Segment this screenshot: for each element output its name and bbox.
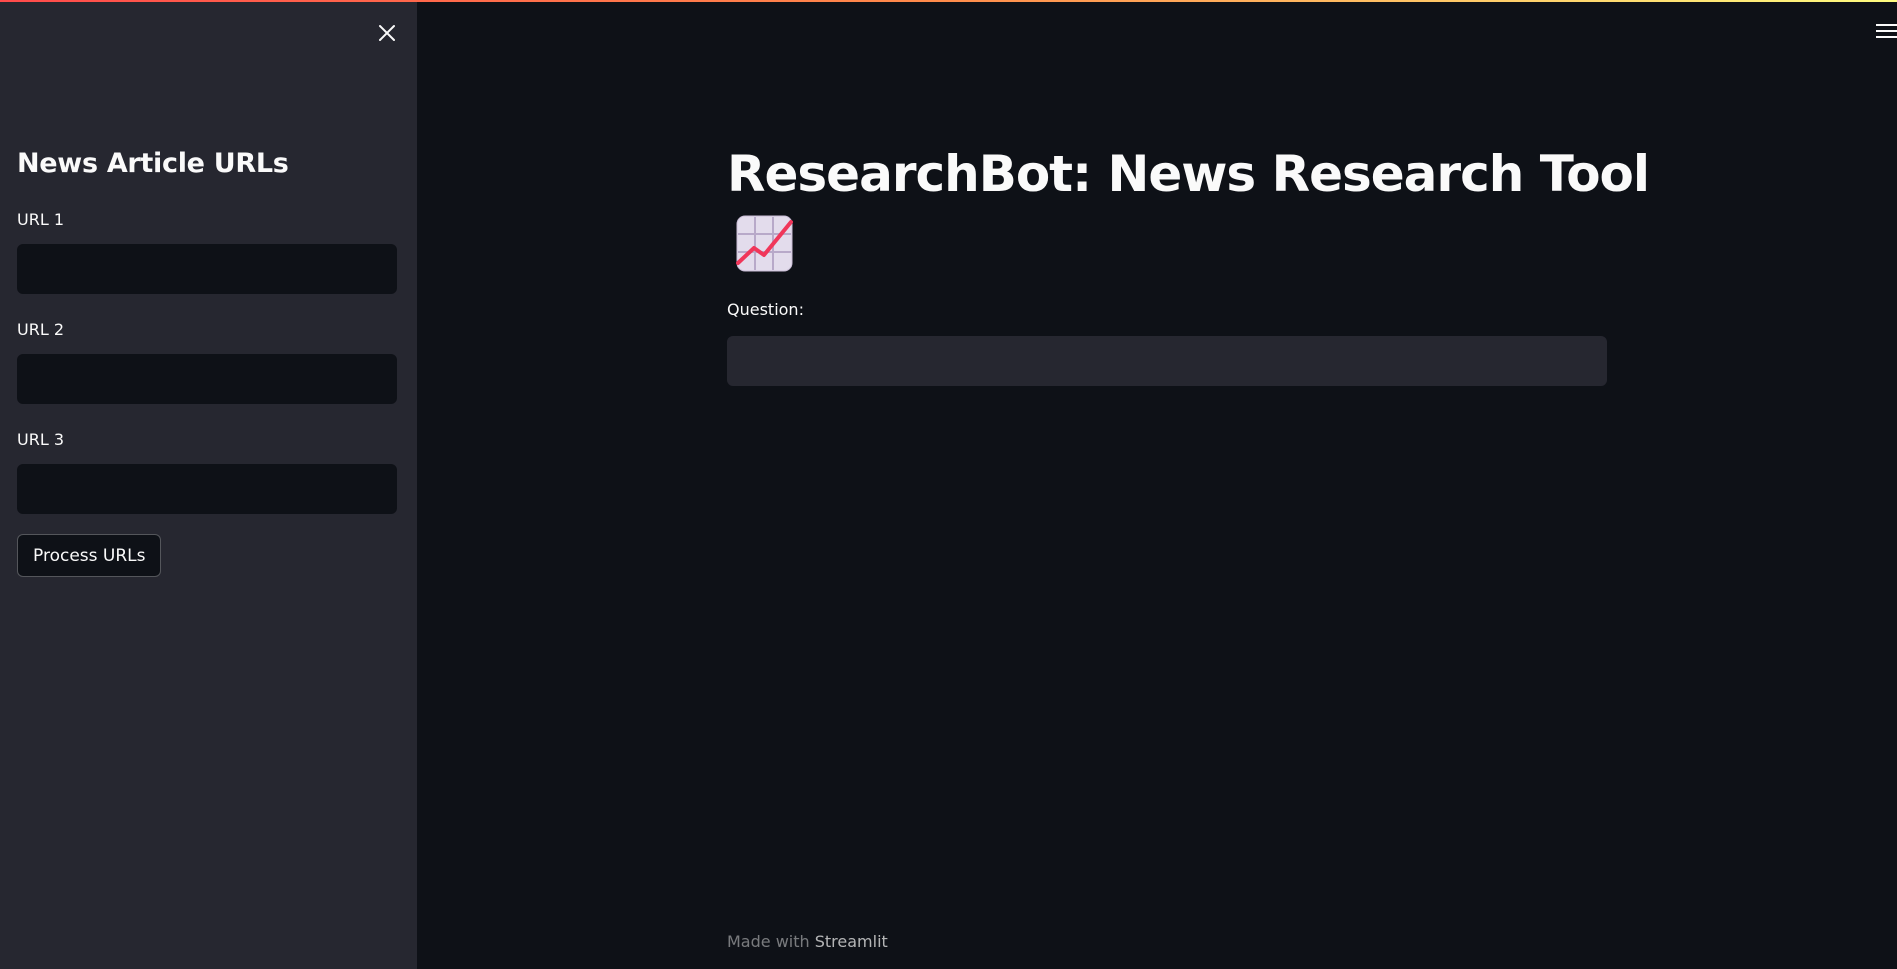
url-3-input[interactable] xyxy=(17,464,397,514)
process-urls-button[interactable]: Process URLs xyxy=(17,534,162,577)
hamburger-menu-icon xyxy=(1876,24,1897,38)
footer-made-with: Made with xyxy=(727,932,810,951)
question-label: Question: xyxy=(727,300,804,319)
close-sidebar-button[interactable] xyxy=(372,18,402,48)
url-2-label: URL 2 xyxy=(17,320,65,339)
footer: Made with Streamlit xyxy=(727,932,888,951)
close-icon xyxy=(379,25,395,41)
sidebar: News Article URLs URL 1 URL 2 URL 3 Proc… xyxy=(0,0,417,969)
url-2-input[interactable] xyxy=(17,354,397,404)
chart-increasing-icon xyxy=(736,215,793,272)
main-menu-button[interactable] xyxy=(1873,20,1897,42)
url-1-label: URL 1 xyxy=(17,210,65,229)
url-1-input[interactable] xyxy=(17,244,397,294)
url-3-label: URL 3 xyxy=(17,430,65,449)
page-title: ResearchBot: News Research Tool xyxy=(727,145,1650,203)
question-input[interactable] xyxy=(727,336,1607,386)
sidebar-title: News Article URLs xyxy=(17,148,289,179)
top-decoration-bar xyxy=(0,0,1897,2)
streamlit-link[interactable]: Streamlit xyxy=(815,932,888,951)
